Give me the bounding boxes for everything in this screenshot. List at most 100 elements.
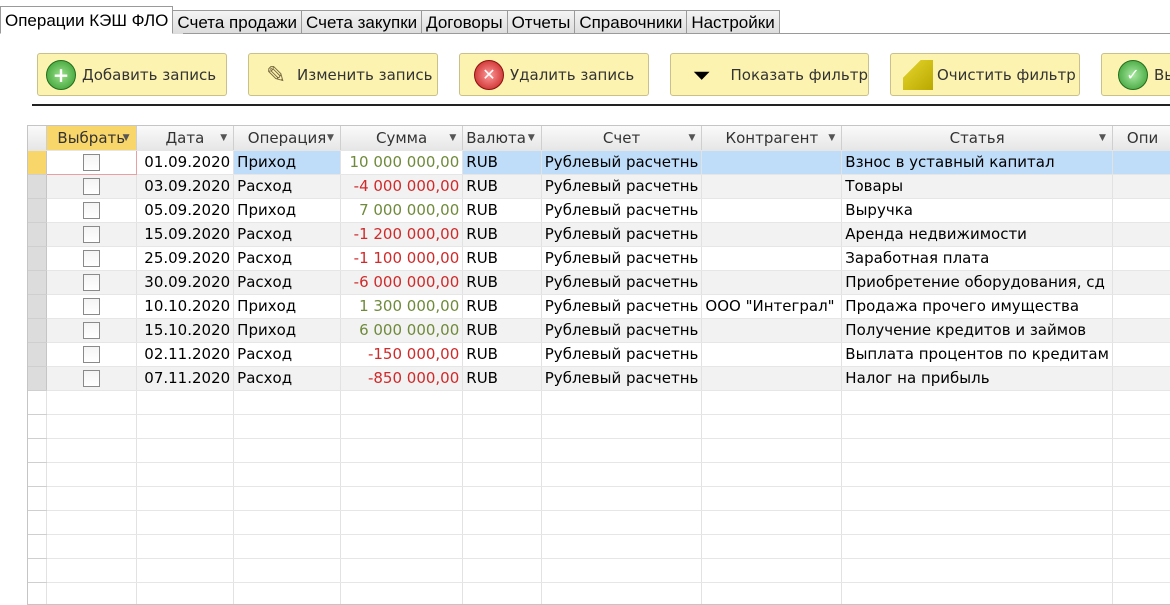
item-cell[interactable]: Получение кредитов и займов — [841, 318, 1113, 343]
select-checkbox-cell[interactable] — [46, 246, 137, 271]
table-row[interactable]: 07.11.2020 Расход -850 000,00 RUB Рублев… — [28, 366, 1170, 391]
item-cell[interactable]: Налог на прибыль — [841, 366, 1113, 391]
select-checkbox-cell[interactable] — [46, 174, 137, 199]
account-cell[interactable]: Рублевый расчетнь — [541, 150, 703, 175]
sum-cell[interactable]: 6 000 000,00 — [340, 318, 464, 343]
operation-cell[interactable]: Расход — [233, 366, 341, 391]
date-cell[interactable]: 15.10.2020 — [136, 318, 235, 343]
account-cell[interactable]: Рублевый расчетнь — [541, 246, 703, 271]
currency-cell[interactable]: RUB — [462, 174, 542, 199]
select-checkbox-cell[interactable] — [46, 318, 137, 343]
description-cell[interactable] — [1112, 174, 1170, 199]
currency-cell[interactable]: RUB — [462, 270, 542, 295]
counterparty-cell[interactable] — [701, 222, 843, 247]
table-row[interactable]: 30.09.2020 Расход -6 000 000,00 RUB Рубл… — [28, 270, 1170, 295]
table-row[interactable]: 02.11.2020 Расход -150 000,00 RUB Рублев… — [28, 342, 1170, 367]
date-cell[interactable]: 03.09.2020 — [136, 174, 235, 199]
row-selector[interactable] — [28, 366, 47, 391]
sum-cell[interactable]: 10 000 000,00 — [340, 150, 464, 175]
date-cell[interactable]: 05.09.2020 — [136, 198, 235, 223]
tab-sales-invoices[interactable]: Счета продажи — [172, 10, 303, 34]
item-cell[interactable]: Аренда недвижимости — [841, 222, 1113, 247]
row-selector[interactable] — [28, 198, 47, 223]
currency-cell[interactable]: RUB — [462, 366, 542, 391]
table-row[interactable]: 03.09.2020 Расход -4 000 000,00 RUB Рубл… — [28, 174, 1170, 199]
select-checkbox[interactable] — [82, 154, 100, 171]
date-cell[interactable]: 30.09.2020 — [136, 270, 235, 295]
tab-settings[interactable]: Настройки — [686, 10, 780, 34]
sum-cell[interactable]: -6 000 000,00 — [340, 270, 464, 295]
description-cell[interactable] — [1112, 366, 1170, 391]
select-checkbox-cell[interactable] — [46, 294, 137, 319]
table-row[interactable]: 05.09.2020 Приход 7 000 000,00 RUB Рубле… — [28, 198, 1170, 223]
currency-cell[interactable]: RUB — [462, 246, 542, 271]
operation-cell[interactable]: Приход — [233, 294, 341, 319]
tab-operations[interactable]: Операции КЭШ ФЛО — [0, 6, 174, 34]
item-cell[interactable]: Продажа прочего имущества — [841, 294, 1113, 319]
date-cell[interactable]: 02.11.2020 — [136, 342, 235, 367]
counterparty-cell[interactable] — [701, 246, 843, 271]
item-cell[interactable]: Выручка — [841, 198, 1113, 223]
operation-cell[interactable]: Приход — [233, 150, 341, 175]
select-checkbox[interactable] — [82, 178, 100, 195]
description-cell[interactable] — [1112, 342, 1170, 367]
counterparty-cell[interactable]: ООО "Интеграл" — [701, 294, 843, 319]
counterparty-cell[interactable] — [701, 150, 843, 175]
item-cell[interactable]: Взнос в уставный капитал — [841, 150, 1113, 175]
operation-cell[interactable]: Расход — [233, 222, 341, 247]
counterparty-cell[interactable] — [701, 198, 843, 223]
row-selector[interactable] — [28, 150, 47, 175]
column-header-select[interactable]: Выбрать ▼ — [46, 126, 137, 151]
item-cell[interactable]: Товары — [841, 174, 1113, 199]
row-selector[interactable] — [28, 222, 47, 247]
operations-datasheet[interactable]: Выбрать ▼ Дата ▼ Операция ▼ Сумма ▼ Валюта ▼ … — [27, 125, 1170, 605]
description-cell[interactable] — [1112, 270, 1170, 295]
select-checkbox[interactable] — [82, 274, 100, 291]
dropdown-arrow-icon[interactable]: ▼ — [1099, 133, 1106, 143]
select-checkbox-cell[interactable] — [46, 366, 137, 391]
row-selector[interactable] — [28, 246, 47, 271]
dropdown-arrow-icon[interactable]: ▼ — [828, 133, 835, 143]
row-selector[interactable] — [28, 174, 47, 199]
operation-cell[interactable]: Расход — [233, 246, 341, 271]
select-checkbox[interactable] — [82, 322, 100, 339]
counterparty-cell[interactable] — [701, 342, 843, 367]
description-cell[interactable] — [1112, 198, 1170, 223]
account-cell[interactable]: Рублевый расчетнь — [541, 342, 703, 367]
select-checkbox[interactable] — [82, 250, 100, 267]
select-checkbox-cell[interactable] — [46, 270, 137, 295]
edit-record-button[interactable]: ✎ Изменить запись — [248, 53, 438, 96]
item-cell[interactable]: Выплата процентов по кредитам — [841, 342, 1113, 367]
column-header-counterparty[interactable]: Контрагент ▼ — [701, 126, 843, 151]
column-header-date[interactable]: Дата ▼ — [136, 126, 235, 151]
row-selector[interactable] — [28, 342, 47, 367]
tab-reports[interactable]: Отчеты — [506, 10, 576, 34]
description-cell[interactable] — [1112, 294, 1170, 319]
date-cell[interactable]: 01.09.2020 — [136, 150, 235, 175]
select-checkbox-cell[interactable] — [46, 222, 137, 247]
account-cell[interactable]: Рублевый расчетнь — [541, 222, 703, 247]
operation-cell[interactable]: Расход — [233, 174, 341, 199]
add-record-button[interactable]: + Добавить запись — [37, 53, 227, 96]
select-checkbox-cell[interactable] — [45, 149, 137, 175]
select-all-corner[interactable] — [28, 126, 47, 151]
description-cell[interactable] — [1112, 318, 1170, 343]
select-checkbox-cell[interactable] — [46, 198, 137, 223]
description-cell[interactable] — [1112, 150, 1170, 175]
operation-cell[interactable]: Приход — [233, 198, 341, 223]
sum-cell[interactable]: -4 000 000,00 — [340, 174, 464, 199]
clear-filter-button[interactable]: Очистить фильтр — [890, 53, 1080, 96]
currency-cell[interactable]: RUB — [462, 222, 542, 247]
currency-cell[interactable]: RUB — [462, 198, 542, 223]
column-header-operation[interactable]: Операция ▼ — [233, 126, 341, 151]
row-selector[interactable] — [28, 294, 47, 319]
sum-cell[interactable]: -150 000,00 — [340, 342, 464, 367]
row-selector[interactable] — [28, 270, 47, 295]
account-cell[interactable]: Рублевый расчетнь — [541, 270, 703, 295]
delete-record-button[interactable]: ✕ Удалить запись — [459, 53, 649, 96]
column-header-currency[interactable]: Валюта ▼ — [462, 126, 542, 151]
currency-cell[interactable]: RUB — [462, 342, 542, 367]
account-cell[interactable]: Рублевый расчетнь — [541, 294, 703, 319]
select-checkbox[interactable] — [82, 298, 100, 315]
row-selector[interactable] — [28, 318, 47, 343]
